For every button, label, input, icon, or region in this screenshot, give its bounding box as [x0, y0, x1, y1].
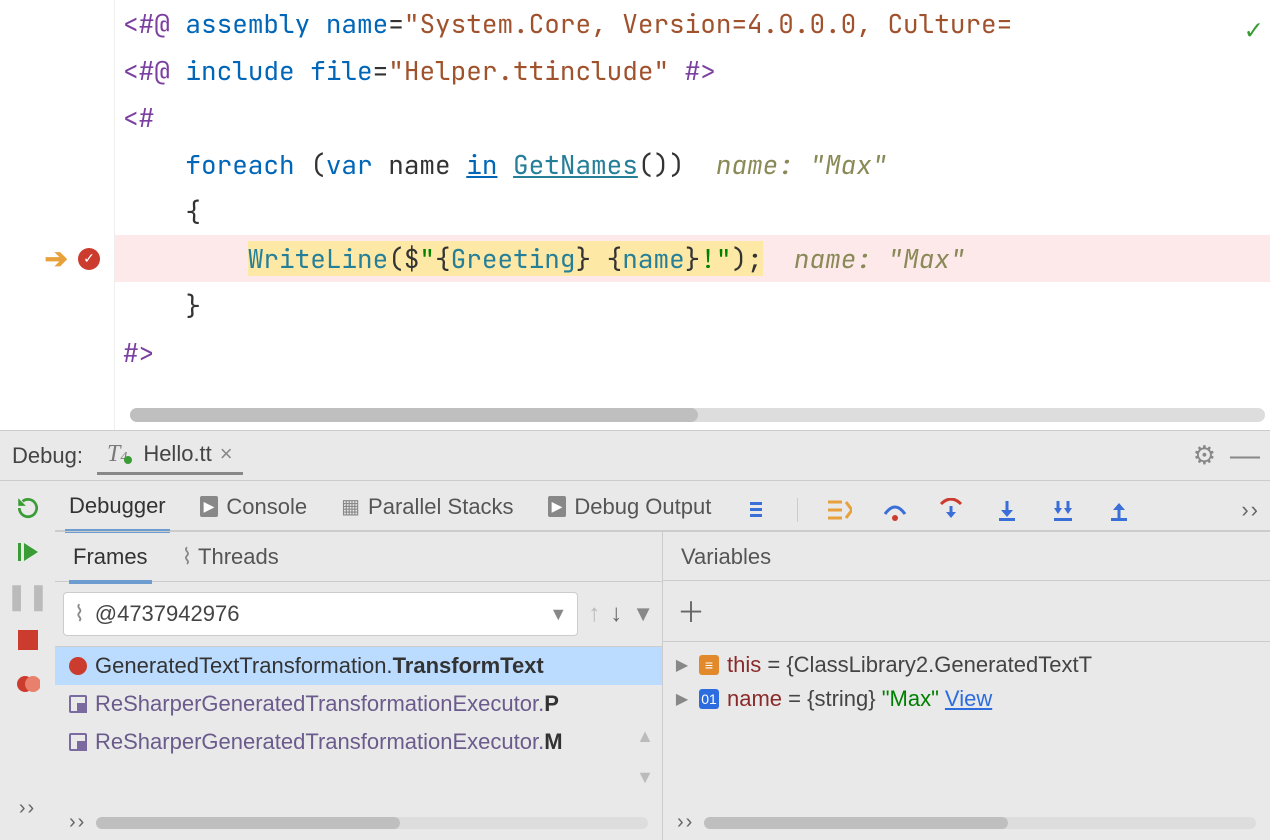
frame-item[interactable]: ReSharperGeneratedTransformationExecutor…: [55, 685, 662, 723]
step-out-icon[interactable]: [1104, 496, 1134, 524]
left-more-icon[interactable]: ››: [69, 811, 86, 834]
step-over-icon[interactable]: [880, 496, 910, 524]
output-icon: ▶: [548, 496, 567, 517]
more-icon[interactable]: ››: [19, 797, 36, 820]
frame-item[interactable]: ReSharperGeneratedTransformationExecutor…: [55, 723, 662, 761]
frame-down-icon[interactable]: ↓: [610, 600, 622, 628]
thread-selector-row: ⌇ ▼ ↑ ↓ ▼: [55, 582, 662, 647]
code-line: <#@ assembly name="System.Core, Version=…: [115, 0, 1270, 47]
debugger-tab[interactable]: Debugger: [65, 489, 170, 533]
list-scroll-down-icon[interactable]: ▼: [636, 767, 654, 788]
variable-row[interactable]: ▶ 01 name = {string} "Max"View: [663, 682, 1270, 716]
frames-tab[interactable]: Frames: [69, 540, 152, 584]
thread-selector[interactable]: ⌇ ▼: [63, 592, 578, 636]
code-line: {: [115, 188, 1270, 235]
view-breakpoints-icon[interactable]: [13, 669, 43, 699]
frame-icon: [69, 733, 87, 751]
code-line: foreach (var name in GetNames()) name: "…: [115, 141, 1270, 188]
breakpoint-dot-icon: [69, 657, 87, 675]
current-line: WriteLine($"{Greeting} {name}!"); name: …: [115, 235, 1270, 282]
resume-icon[interactable]: [13, 537, 43, 567]
parallel-stacks-tab[interactable]: ▦Parallel Stacks: [337, 490, 517, 530]
code-area[interactable]: ✓ <#@ assembly name="System.Core, Versio…: [115, 0, 1270, 430]
frames-pane: Frames ⌇ Threads ⌇ ▼ ↑ ↓ ▼ Ge: [55, 531, 663, 840]
thread-input[interactable]: [95, 601, 540, 627]
code-line: <#@ include file="Helper.ttinclude" #>: [115, 47, 1270, 94]
code-line: #>: [115, 329, 1270, 376]
code-line: <#: [115, 94, 1270, 141]
right-more-row: ››: [663, 804, 1270, 840]
rerun-icon[interactable]: [13, 493, 43, 523]
thread-glyph-icon: ⌇: [74, 601, 85, 627]
execution-pointer-row: ➔ ✓: [0, 235, 114, 282]
debug-panel: ❚❚ ›› Debugger ▶Console ▦Parallel Stacks…: [0, 480, 1270, 840]
variable-row[interactable]: ▶ ≡ this = {ClassLibrary2.GeneratedTextT: [663, 648, 1270, 682]
expand-icon[interactable]: ▶: [673, 655, 691, 675]
gutter: ➔ ✓: [0, 0, 115, 430]
execution-arrow-icon: ➔: [45, 242, 68, 275]
list-scroll-up-icon[interactable]: ▲: [636, 726, 654, 747]
t4-file-icon: T4: [107, 441, 135, 468]
expand-icon[interactable]: ▶: [673, 689, 691, 709]
frame-item[interactable]: GeneratedTextTransformation.TransformTex…: [55, 647, 662, 685]
chevron-down-icon[interactable]: ▼: [549, 604, 567, 625]
frame-icon: [69, 695, 87, 713]
code-line: }: [115, 282, 1270, 329]
debug-tab-hello[interactable]: T4 Hello.tt ×: [97, 437, 243, 475]
step-into-icon[interactable]: [936, 496, 966, 524]
console-icon: ▶: [200, 496, 219, 517]
console-tab[interactable]: ▶Console: [196, 490, 312, 530]
debug-side-toolbar: ❚❚ ››: [0, 481, 55, 840]
step-into-alt-icon[interactable]: [992, 496, 1022, 524]
frame-up-icon[interactable]: ↑: [588, 600, 600, 628]
minimize-icon[interactable]: —: [1230, 439, 1258, 473]
force-step-into-icon[interactable]: [1048, 496, 1078, 524]
view-link[interactable]: View: [939, 686, 992, 711]
variables-pane: Variables ＋ ▶ ≡ this = {ClassLibrary2.Ge…: [663, 531, 1270, 840]
debug-label: Debug:: [12, 443, 83, 469]
left-h-scrollbar[interactable]: [96, 817, 648, 829]
breakpoint-icon[interactable]: ✓: [78, 248, 100, 270]
settings-icon[interactable]: ⚙: [1193, 440, 1216, 471]
toolbar-more-icon[interactable]: ››: [1241, 497, 1260, 523]
debug-output-tab[interactable]: ▶Debug Output: [544, 490, 716, 530]
left-more-row: ››: [55, 805, 662, 840]
debug-center: Debugger ▶Console ▦Parallel Stacks ▶Debu…: [55, 481, 1270, 840]
right-more-icon[interactable]: ››: [677, 811, 694, 834]
value-icon: 01: [699, 689, 719, 709]
debug-tabstrip: Debug: T4 Hello.tt × ⚙ —: [0, 430, 1270, 480]
code-editor[interactable]: ➔ ✓ ✓ <#@ assembly name="System.Core, Ve…: [0, 0, 1270, 430]
stacks-icon: ▦: [341, 494, 360, 519]
horizontal-scrollbar[interactable]: [130, 408, 1265, 422]
thread-icon: ⌇: [182, 544, 193, 569]
frame-list[interactable]: GeneratedTextTransformation.TransformTex…: [55, 647, 662, 805]
threads-view-icon[interactable]: [741, 496, 771, 524]
pause-icon[interactable]: ❚❚: [13, 581, 43, 611]
debug-tab-label: Hello.tt: [143, 441, 211, 467]
stop-icon[interactable]: [13, 625, 43, 655]
threads-tab[interactable]: ⌇ Threads: [178, 540, 283, 581]
add-watch-icon[interactable]: ＋: [671, 591, 711, 631]
debugger-tab-row: Debugger ▶Console ▦Parallel Stacks ▶Debu…: [55, 481, 1270, 531]
variable-list[interactable]: ▶ ≡ this = {ClassLibrary2.GeneratedTextT…: [663, 642, 1270, 804]
filter-icon[interactable]: ▼: [632, 601, 654, 627]
object-icon: ≡: [699, 655, 719, 675]
show-execution-point-icon[interactable]: [824, 496, 854, 524]
right-h-scrollbar[interactable]: [704, 817, 1256, 829]
close-tab-icon[interactable]: ×: [220, 441, 233, 467]
variables-label: Variables: [677, 540, 775, 580]
